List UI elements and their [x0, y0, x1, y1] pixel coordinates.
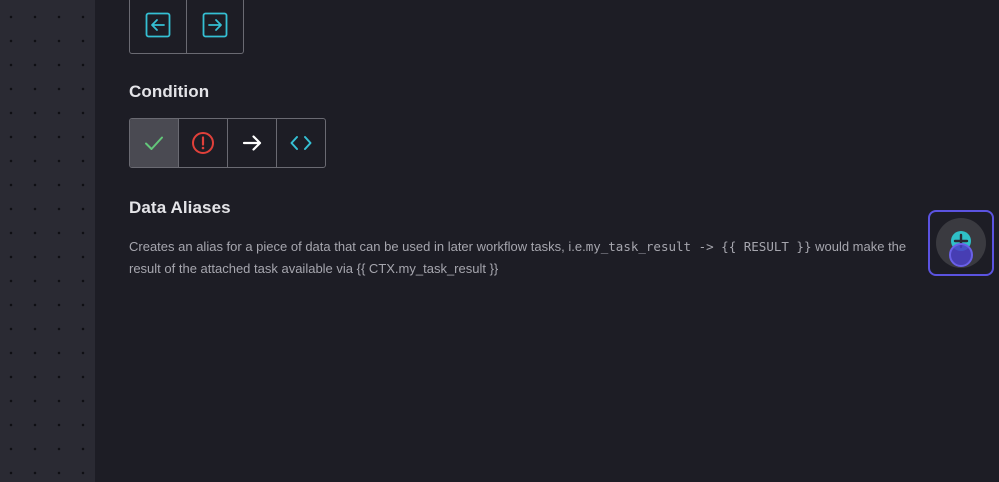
data-aliases-description: Creates an alias for a piece of data tha… — [129, 236, 941, 280]
assistant-button[interactable] — [928, 210, 994, 276]
arrow-right-icon — [242, 135, 262, 151]
output-direction-button[interactable] — [187, 0, 243, 53]
alert-circle-icon — [192, 132, 214, 154]
task-settings-panel: Condition Data Aliases Creates an alias … — [95, 0, 999, 482]
description-text: Creates an alias for a piece of data tha… — [129, 239, 586, 254]
condition-error-button[interactable] — [179, 119, 228, 167]
assistant-avatar — [936, 218, 986, 268]
arrow-right-box-icon — [202, 12, 228, 37]
data-aliases-title: Data Aliases — [129, 198, 231, 217]
direction-button-group — [129, 0, 244, 54]
condition-success-button[interactable] — [130, 119, 179, 167]
code-icon — [290, 136, 312, 150]
arrow-left-box-icon — [145, 12, 171, 37]
condition-button-group — [129, 118, 326, 168]
condition-expression-button[interactable] — [277, 119, 325, 167]
condition-title: Condition — [129, 82, 210, 101]
check-icon — [145, 136, 163, 150]
workflow-canvas-strip[interactable] — [0, 0, 95, 482]
description-code-example: my_task_result -> {{ RESULT }} — [585, 239, 812, 254]
assistant-avatar-icon — [949, 231, 973, 267]
condition-always-button[interactable] — [228, 119, 277, 167]
input-direction-button[interactable] — [130, 0, 187, 53]
